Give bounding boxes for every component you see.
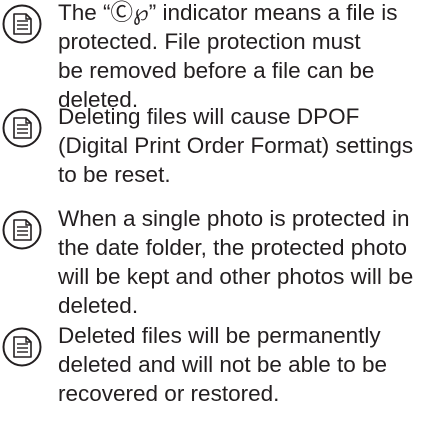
note-line: protected. File protection must — [58, 29, 361, 54]
memo-note-icon — [2, 327, 42, 367]
note-line: be removed before a file can be — [58, 58, 375, 83]
memo-note-icon — [2, 108, 42, 148]
note-text: When a single photo is protected in the … — [58, 204, 420, 320]
note-line: to be reset. — [58, 162, 171, 187]
note-line: (Digital Print Order Format) settings — [58, 133, 414, 158]
memo-note-icon — [2, 4, 42, 44]
note-line: the date folder, the protected photo — [58, 235, 408, 260]
note-line: Deleted files will be permanently — [58, 323, 381, 348]
note-line: Deleting files will cause DPOF — [58, 104, 360, 129]
note-line: will be kept and other photos will be — [58, 264, 414, 289]
note-line: deleted and will not be able to be — [58, 352, 387, 377]
note-text: Deleted files will be permanently delete… — [58, 321, 420, 408]
note-text: The “Ⓒ℘” indicator means a file is prote… — [58, 0, 420, 114]
note-line: When a single photo is protected in — [58, 206, 410, 231]
note-line: deleted. — [58, 293, 139, 318]
note-text: Deleting files will cause DPOF (Digital … — [58, 102, 420, 189]
memo-note-icon — [2, 210, 42, 250]
note-line: The “Ⓒ℘” indicator means a file is — [58, 0, 398, 25]
note-line: recovered or restored. — [58, 381, 280, 406]
